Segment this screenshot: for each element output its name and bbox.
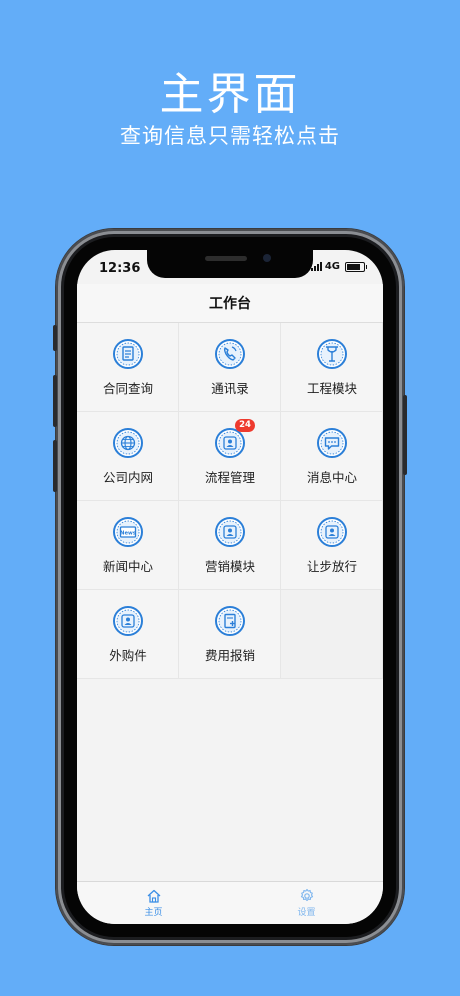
engineering-icon bbox=[317, 339, 347, 369]
home-icon bbox=[147, 889, 160, 903]
purchase-person-icon bbox=[113, 606, 143, 636]
volume-up-button bbox=[53, 375, 57, 427]
tab-bar: 主页 设置 bbox=[77, 881, 383, 924]
page-title: 工作台 bbox=[209, 296, 251, 312]
module-label: 外购件 bbox=[109, 648, 147, 663]
tab-label: 主页 bbox=[144, 908, 163, 918]
network-type: 4G bbox=[324, 261, 340, 272]
empty-cell bbox=[281, 590, 383, 679]
module-label: 流程管理 bbox=[204, 470, 255, 485]
module-engineering[interactable]: 工程模块 bbox=[281, 323, 383, 412]
status-indicators: 4G bbox=[310, 261, 367, 272]
module-label: 工程模块 bbox=[306, 381, 357, 396]
notification-badge: 24 bbox=[235, 419, 255, 432]
gear-icon bbox=[300, 888, 313, 902]
module-intranet[interactable]: 公司内网 bbox=[77, 412, 179, 501]
module-label: 营销模块 bbox=[204, 559, 255, 574]
module-label: 让步放行 bbox=[306, 559, 357, 574]
phone-screen: 12:36 4G 工作台 合同查询 通讯录 工程模块 公司内网 24 流程管理 … bbox=[77, 250, 383, 924]
notch bbox=[147, 250, 313, 278]
module-label: 合同查询 bbox=[102, 381, 153, 396]
status-time: 12:36 bbox=[99, 261, 141, 276]
message-chat-icon bbox=[317, 428, 347, 458]
module-marketing[interactable]: 营销模块 bbox=[179, 501, 281, 590]
module-label: 费用报销 bbox=[204, 648, 255, 663]
tab-home[interactable]: 主页 bbox=[77, 882, 230, 924]
module-purchased-parts[interactable]: 外购件 bbox=[77, 590, 179, 679]
module-grid: 合同查询 通讯录 工程模块 公司内网 24 流程管理 消息中心 News 新闻中… bbox=[77, 323, 383, 679]
svg-text:News: News bbox=[120, 530, 136, 536]
globe-icon bbox=[113, 428, 143, 458]
module-label: 消息中心 bbox=[306, 470, 357, 485]
volume-down-button bbox=[53, 440, 57, 492]
silent-switch bbox=[53, 325, 57, 351]
camera bbox=[263, 254, 271, 262]
promo-subline: 查询信息只需轻松点击 bbox=[120, 124, 340, 148]
promo-headline: 主界面 bbox=[159, 69, 301, 120]
module-process-management[interactable]: 24 流程管理 bbox=[179, 412, 281, 501]
expense-doc-icon bbox=[215, 606, 245, 636]
battery-icon bbox=[345, 261, 367, 272]
marketing-person-icon bbox=[215, 517, 245, 547]
module-expense-reimbursement[interactable]: 费用报销 bbox=[179, 590, 281, 679]
tab-settings[interactable]: 设置 bbox=[230, 882, 383, 924]
contract-doc-icon bbox=[113, 339, 143, 369]
tab-label: 设置 bbox=[297, 908, 316, 918]
module-contacts[interactable]: 通讯录 bbox=[179, 323, 281, 412]
speaker bbox=[205, 256, 247, 261]
module-label: 新闻中心 bbox=[102, 559, 153, 574]
phone-contacts-icon bbox=[215, 339, 245, 369]
module-contract-query[interactable]: 合同查询 bbox=[77, 323, 179, 412]
module-label: 公司内网 bbox=[102, 470, 153, 485]
module-concession-release[interactable]: 让步放行 bbox=[281, 501, 383, 590]
module-message-center[interactable]: 消息中心 bbox=[281, 412, 383, 501]
concession-person-icon bbox=[317, 517, 347, 547]
navbar: 工作台 bbox=[77, 284, 383, 323]
module-news-center[interactable]: News 新闻中心 bbox=[77, 501, 179, 590]
news-icon: News bbox=[113, 517, 143, 547]
module-label: 通讯录 bbox=[211, 381, 249, 396]
power-button bbox=[403, 395, 407, 475]
